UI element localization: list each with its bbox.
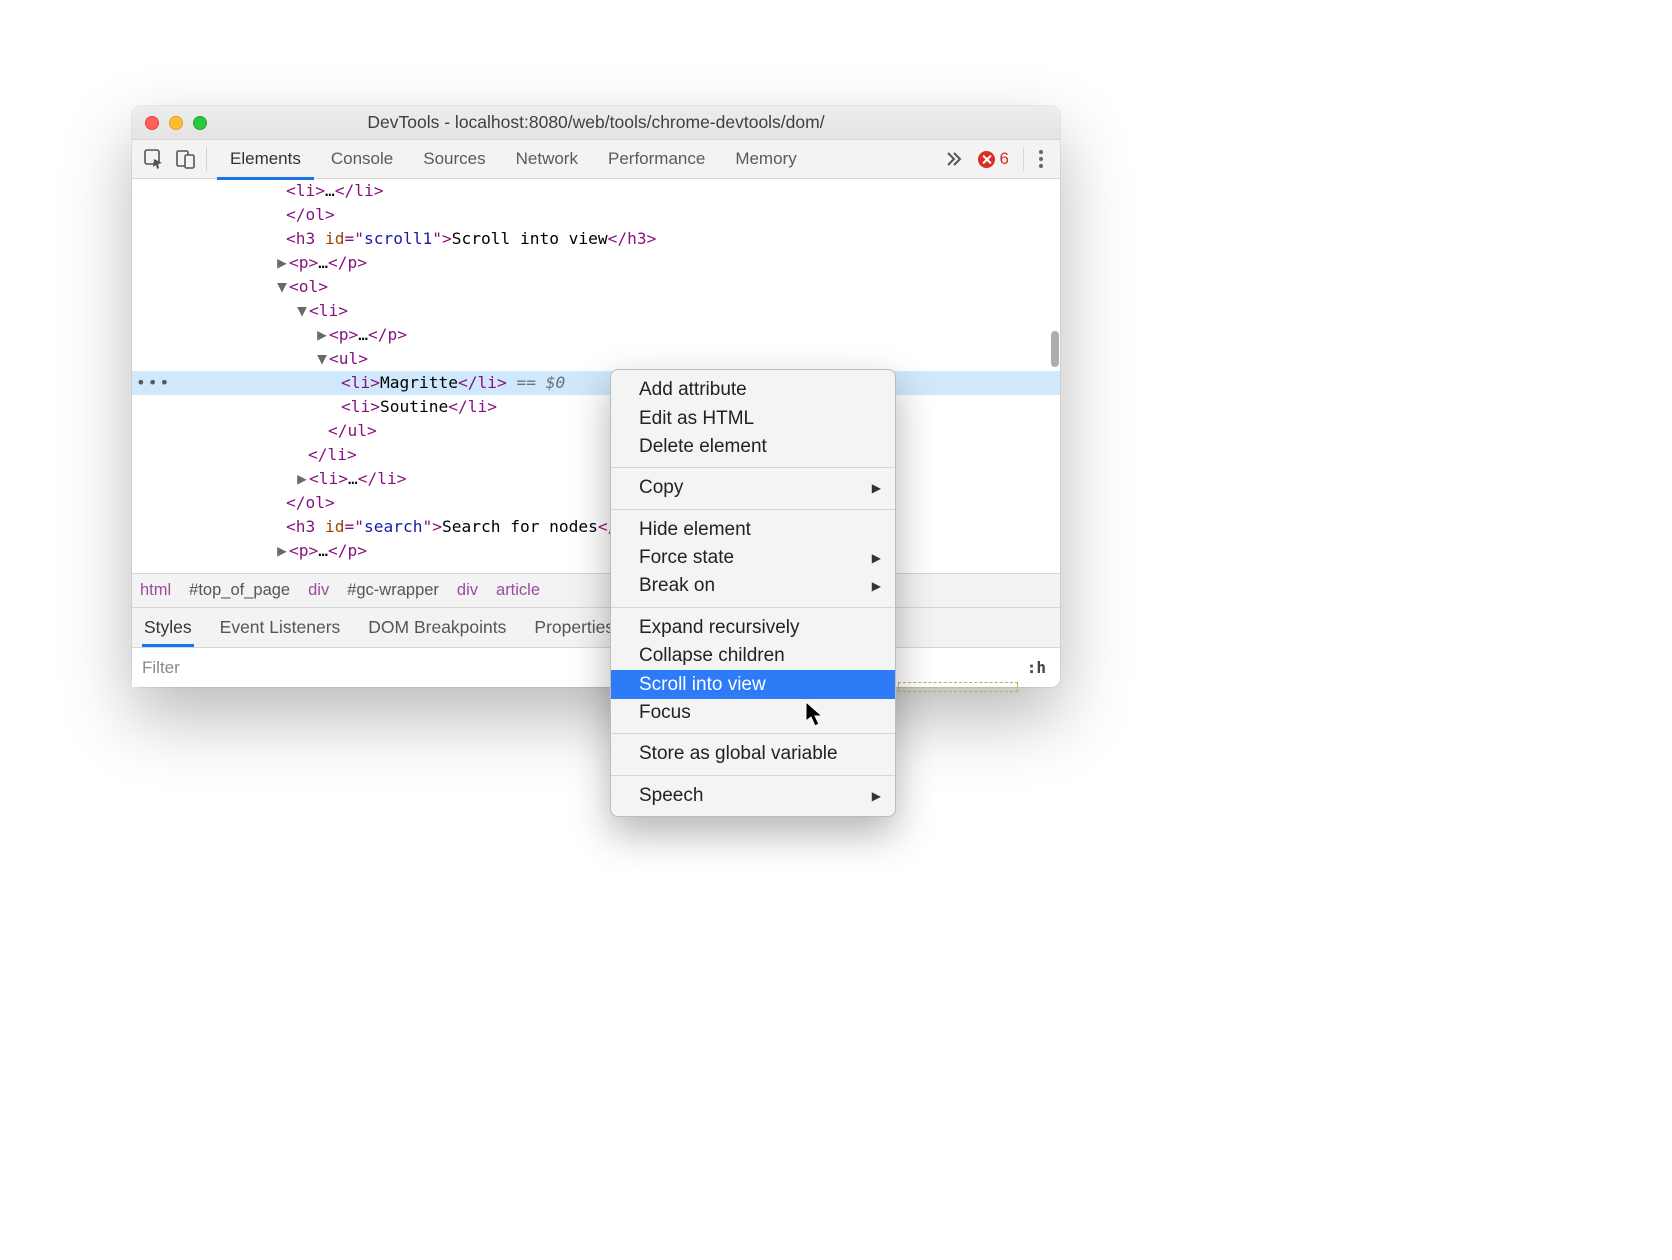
dom-tree-row[interactable]: <h3 id="search">Search for nodes</h3>: [132, 515, 1060, 539]
window-titlebar: DevTools - localhost:8080/web/tools/chro…: [132, 106, 1060, 140]
tab-network[interactable]: Network: [501, 140, 593, 179]
breadcrumb-item[interactable]: html: [140, 581, 171, 600]
subtab-dom-breakpoints[interactable]: DOM Breakpoints: [368, 617, 506, 638]
dom-tree-row[interactable]: </ol>: [132, 491, 1060, 515]
window-controls: [145, 116, 207, 130]
breadcrumb-item[interactable]: div: [308, 581, 329, 600]
menu-item-delete-element[interactable]: Delete element: [611, 433, 895, 461]
subtab-styles[interactable]: Styles: [144, 617, 192, 638]
dom-tree-row[interactable]: ▼<ul>: [132, 347, 1060, 371]
tab-memory[interactable]: Memory: [720, 140, 811, 179]
devtools-window: DevTools - localhost:8080/web/tools/chro…: [132, 106, 1060, 687]
devtools-toolbar: ElementsConsoleSourcesNetworkPerformance…: [132, 140, 1060, 179]
context-menu: Add attributeEdit as HTMLDelete element C…: [610, 369, 896, 817]
menu-item-force-state[interactable]: Force state: [611, 544, 895, 572]
breadcrumb-item[interactable]: article: [496, 581, 540, 600]
breadcrumb-item[interactable]: #top_of_page: [189, 581, 290, 600]
minimize-window-button[interactable]: [169, 116, 183, 130]
menu-item-hide-element[interactable]: Hide element: [611, 516, 895, 544]
selected-row-gutter-icon: •••: [136, 371, 171, 395]
expand-icon[interactable]: ▶: [295, 467, 309, 491]
dom-tree-row[interactable]: •••<li>Magritte</li> == $0: [132, 371, 1060, 395]
dom-tree-row[interactable]: ▼<li>: [132, 299, 1060, 323]
dom-tree-row[interactable]: </li>: [132, 443, 1060, 467]
styles-subtabs: Styles Event Listeners DOM Breakpoints Prop…: [132, 607, 1060, 647]
panel-tabs: ElementsConsoleSourcesNetworkPerformance…: [215, 140, 812, 179]
error-count-button[interactable]: 6: [968, 149, 1019, 169]
settings-menu-icon[interactable]: [1028, 150, 1054, 168]
menu-item-add-attribute[interactable]: Add attribute: [611, 376, 895, 404]
expand-icon[interactable]: ▶: [315, 323, 329, 347]
device-toolbar-icon[interactable]: [170, 140, 202, 179]
collapse-icon[interactable]: ▼: [315, 347, 329, 371]
box-model-hint: [898, 682, 1018, 692]
menu-item-scroll-into-view[interactable]: Scroll into view: [611, 670, 895, 698]
dom-tree[interactable]: <li>…</li></ol><h3 id="scroll1">Scroll i…: [132, 179, 1060, 573]
breadcrumb-item[interactable]: div: [457, 581, 478, 600]
menu-item-edit-as-html[interactable]: Edit as HTML: [611, 404, 895, 432]
collapse-icon[interactable]: ▼: [295, 299, 309, 323]
close-window-button[interactable]: [145, 116, 159, 130]
inspect-element-icon[interactable]: [138, 140, 170, 179]
menu-separator: [611, 467, 895, 468]
elements-panel: <li>…</li></ol><h3 id="scroll1">Scroll i…: [132, 179, 1060, 687]
dom-tree-row[interactable]: <li>Soutine</li>: [132, 395, 1060, 419]
subtab-event-listeners[interactable]: Event Listeners: [220, 617, 341, 638]
dom-tree-row[interactable]: </ul>: [132, 419, 1060, 443]
menu-item-collapse-children[interactable]: Collapse children: [611, 642, 895, 670]
collapse-icon[interactable]: ▼: [275, 275, 289, 299]
menu-item-expand-recursively[interactable]: Expand recursively: [611, 614, 895, 642]
tab-elements[interactable]: Elements: [215, 140, 316, 179]
menu-item-focus[interactable]: Focus: [611, 699, 895, 727]
dom-tree-row[interactable]: ▶<p>…</p>: [132, 323, 1060, 347]
breadcrumb: html #top_of_page div #gc-wrapper div article: [132, 573, 1060, 607]
tab-console[interactable]: Console: [316, 140, 408, 179]
toolbar-separator: [1023, 147, 1024, 171]
toolbar-separator: [206, 147, 207, 171]
menu-item-store-as-global-variable[interactable]: Store as global variable: [611, 740, 895, 768]
expand-icon[interactable]: ▶: [275, 539, 289, 563]
subtab-properties[interactable]: Properties: [534, 617, 614, 638]
dom-tree-row[interactable]: ▼<ol>: [132, 275, 1060, 299]
menu-item-break-on[interactable]: Break on: [611, 572, 895, 600]
toggle-hov-button[interactable]: :h: [1013, 658, 1060, 677]
zoom-window-button[interactable]: [193, 116, 207, 130]
dom-tree-row[interactable]: ▶<p>…</p>: [132, 251, 1060, 275]
tab-sources[interactable]: Sources: [408, 140, 500, 179]
dom-tree-row[interactable]: <h3 id="scroll1">Scroll into view</h3>: [132, 227, 1060, 251]
dom-tree-row[interactable]: </ol>: [132, 203, 1060, 227]
menu-item-copy[interactable]: Copy: [611, 474, 895, 502]
expand-icon[interactable]: ▶: [275, 251, 289, 275]
menu-item-speech[interactable]: Speech: [611, 782, 895, 810]
more-tabs-icon[interactable]: [940, 150, 968, 168]
dom-tree-row[interactable]: ▶<p>…</p>: [132, 539, 1060, 563]
error-count: 6: [1000, 149, 1009, 169]
error-icon: [978, 151, 995, 168]
vertical-scrollbar-thumb[interactable]: [1051, 331, 1059, 367]
menu-separator: [611, 509, 895, 510]
menu-separator: [611, 607, 895, 608]
menu-separator: [611, 733, 895, 734]
styles-filter-row: :h: [132, 647, 1060, 687]
window-title: DevTools - localhost:8080/web/tools/chro…: [132, 112, 1060, 133]
dom-tree-row[interactable]: ▶<li>…</li>: [132, 467, 1060, 491]
breadcrumb-item[interactable]: #gc-wrapper: [347, 581, 439, 600]
dom-tree-row[interactable]: <li>…</li>: [132, 179, 1060, 203]
tab-performance[interactable]: Performance: [593, 140, 720, 179]
menu-separator: [611, 775, 895, 776]
